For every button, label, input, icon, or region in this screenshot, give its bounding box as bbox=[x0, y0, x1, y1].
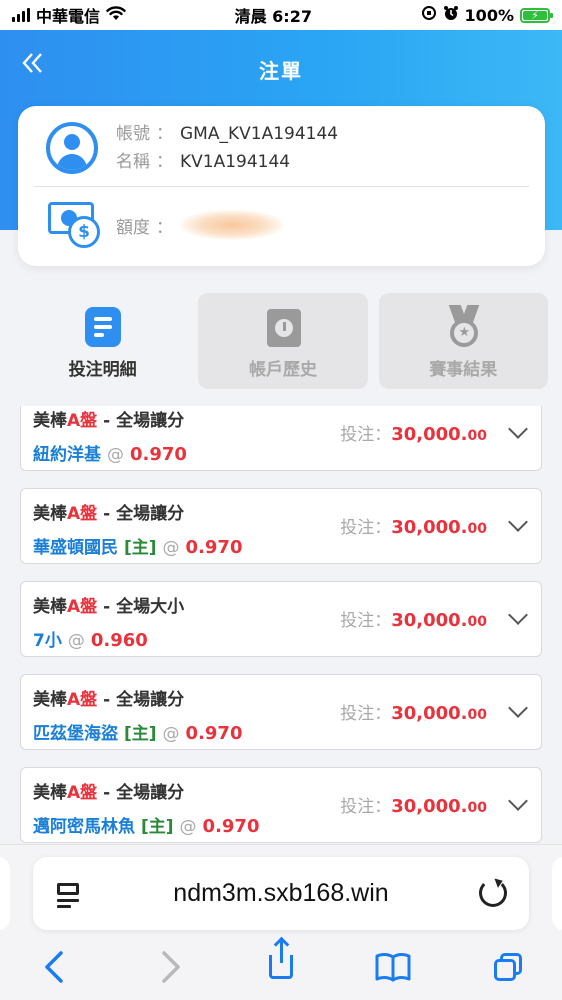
credit-line: 額度： bbox=[116, 210, 284, 240]
wifi-icon bbox=[106, 5, 126, 25]
bet-league: 美棒A盤 - 全場大小 bbox=[33, 597, 185, 617]
user-avatar-icon bbox=[46, 122, 98, 174]
browser-nav bbox=[0, 941, 562, 989]
bet-league: 美棒A盤 - 全場讓分 bbox=[33, 690, 185, 710]
share-icon bbox=[268, 941, 293, 979]
money-icon: $ bbox=[48, 198, 100, 248]
bet-league: 美棒A盤 - 全場讓分 bbox=[33, 504, 185, 524]
back-button[interactable] bbox=[18, 50, 48, 80]
chevron-left-icon bbox=[45, 951, 63, 983]
address-bar[interactable]: ndm3m.sxb168.win bbox=[33, 857, 529, 930]
bet-stake: 投注： 30,000. 00 bbox=[340, 796, 487, 817]
tab-match-results[interactable]: ★ 賽事結果 bbox=[378, 293, 548, 389]
account-info-row: 帳號： GMA_KV1A194144 名稱： KV1A194144 bbox=[18, 106, 545, 186]
bet-league: 美棒A盤 - 全場讓分 bbox=[33, 411, 185, 431]
chevron-right-icon bbox=[161, 951, 180, 983]
bet-league: 美棒A盤 - 全場讓分 bbox=[33, 783, 185, 803]
chevron-down-icon[interactable] bbox=[508, 605, 528, 625]
bet-stake: 投注： 30,000. 00 bbox=[340, 703, 487, 724]
battery-icon: ⚡ bbox=[519, 7, 553, 23]
bet-stake: 投注： 30,000. 00 bbox=[340, 424, 487, 445]
prev-tab-peek[interactable] bbox=[0, 857, 10, 930]
account-id-line: 帳號： GMA_KV1A194144 bbox=[116, 120, 338, 148]
chevron-down-icon[interactable] bbox=[508, 419, 528, 439]
medal-icon: ★ bbox=[443, 305, 483, 349]
chevron-down-icon[interactable] bbox=[508, 512, 528, 532]
next-tab-peek[interactable] bbox=[552, 857, 562, 930]
double-chevron-left-icon bbox=[22, 53, 42, 73]
account-lines: 帳號： GMA_KV1A194144 名稱： KV1A194144 bbox=[116, 120, 338, 176]
bet-pick: 7小 @0.960 bbox=[33, 630, 148, 651]
reload-icon[interactable] bbox=[479, 879, 507, 907]
page-title: 注單 bbox=[259, 58, 303, 83]
chevron-down-icon[interactable] bbox=[508, 791, 528, 811]
status-bar: 中華電信 清晨 6:27 100% ⚡ bbox=[0, 0, 562, 30]
tab-bar: 投注明細 帳戶歷史 ★ 賽事結果 bbox=[18, 293, 548, 389]
bookmarks-button[interactable] bbox=[371, 945, 415, 989]
book-icon bbox=[375, 953, 411, 982]
tabs-icon bbox=[492, 953, 522, 981]
carrier-name: 中華電信 bbox=[36, 7, 101, 26]
account-id-label: 帳號： bbox=[116, 124, 173, 144]
browser-toolbar: ndm3m.sxb168.win bbox=[0, 844, 562, 1000]
bet-item[interactable]: 美棒A盤 - 全場讓分 華盛頓國民 [主] @0.970 投注： 30,000. 00 bbox=[20, 488, 542, 564]
account-id-value: GMA_KV1A194144 bbox=[180, 124, 339, 144]
page-menu-icon[interactable] bbox=[57, 881, 81, 908]
bet-item[interactable]: 美棒A盤 - 全場大小 7小 @0.960 投注： 30,000. 00 bbox=[20, 581, 542, 657]
rotation-lock-icon bbox=[421, 5, 437, 25]
chevron-down-icon[interactable] bbox=[508, 698, 528, 718]
account-card: 帳號： GMA_KV1A194144 名稱： KV1A194144 $ 額度： bbox=[18, 106, 545, 266]
bet-item[interactable]: 美棒A盤 - 全場讓分 紐約洋基 @0.970 投注： 30,000. 00 bbox=[20, 406, 542, 471]
tab-label: 帳戶歷史 bbox=[248, 360, 317, 380]
account-name-label: 名稱： bbox=[116, 152, 173, 172]
url-text[interactable]: ndm3m.sxb168.win bbox=[173, 879, 388, 908]
share-button[interactable] bbox=[259, 941, 303, 989]
forward-nav-button[interactable] bbox=[147, 945, 191, 989]
alarm-icon bbox=[443, 5, 459, 25]
tab-account-history[interactable]: 帳戶歷史 bbox=[198, 293, 368, 389]
header-bar: 注單 bbox=[0, 30, 562, 108]
clock-book-icon bbox=[263, 305, 303, 349]
bet-stake: 投注： 30,000. 00 bbox=[340, 610, 487, 631]
bet-pick: 邁阿密馬林魚 [主] @0.970 bbox=[33, 816, 260, 837]
tab-label: 賽事結果 bbox=[429, 360, 498, 380]
tabs-button[interactable] bbox=[484, 945, 528, 989]
tab-label: 投注明細 bbox=[68, 360, 137, 380]
account-divider bbox=[34, 186, 529, 187]
battery-percent: 100% bbox=[464, 5, 514, 25]
account-name-value: KV1A194144 bbox=[180, 152, 291, 172]
bet-pick: 華盛頓國民 [主] @0.970 bbox=[33, 537, 243, 558]
document-icon bbox=[83, 305, 123, 349]
back-nav-button[interactable] bbox=[34, 945, 78, 989]
tab-bet-details[interactable]: 投注明細 bbox=[18, 293, 187, 389]
bet-item[interactable]: 美棒A盤 - 全場讓分 邁阿密馬林魚 [主] @0.970 投注： 30,000. 00 bbox=[20, 767, 542, 843]
bet-list: 美棒A盤 - 全場讓分 紐約洋基 @0.970 投注： 30,000. 00 美棒A盤… bbox=[0, 406, 562, 844]
credit-label: 額度： bbox=[116, 217, 173, 238]
account-name-line: 名稱： KV1A194144 bbox=[116, 148, 338, 176]
status-left: 中華電信 bbox=[12, 3, 126, 27]
bet-item[interactable]: 美棒A盤 - 全場讓分 匹茲堡海盜 [主] @0.970 投注： 30,000. 00 bbox=[20, 674, 542, 750]
bet-pick: 紐約洋基 @0.970 bbox=[33, 444, 187, 465]
bet-stake: 投注： 30,000. 00 bbox=[340, 517, 487, 538]
credit-value-blurred bbox=[180, 210, 284, 240]
status-time: 清晨 6:27 bbox=[234, 7, 312, 26]
signal-icon bbox=[12, 8, 30, 22]
bet-pick: 匹茲堡海盜 [主] @0.970 bbox=[33, 723, 243, 744]
status-right: 100% ⚡ bbox=[421, 5, 553, 25]
